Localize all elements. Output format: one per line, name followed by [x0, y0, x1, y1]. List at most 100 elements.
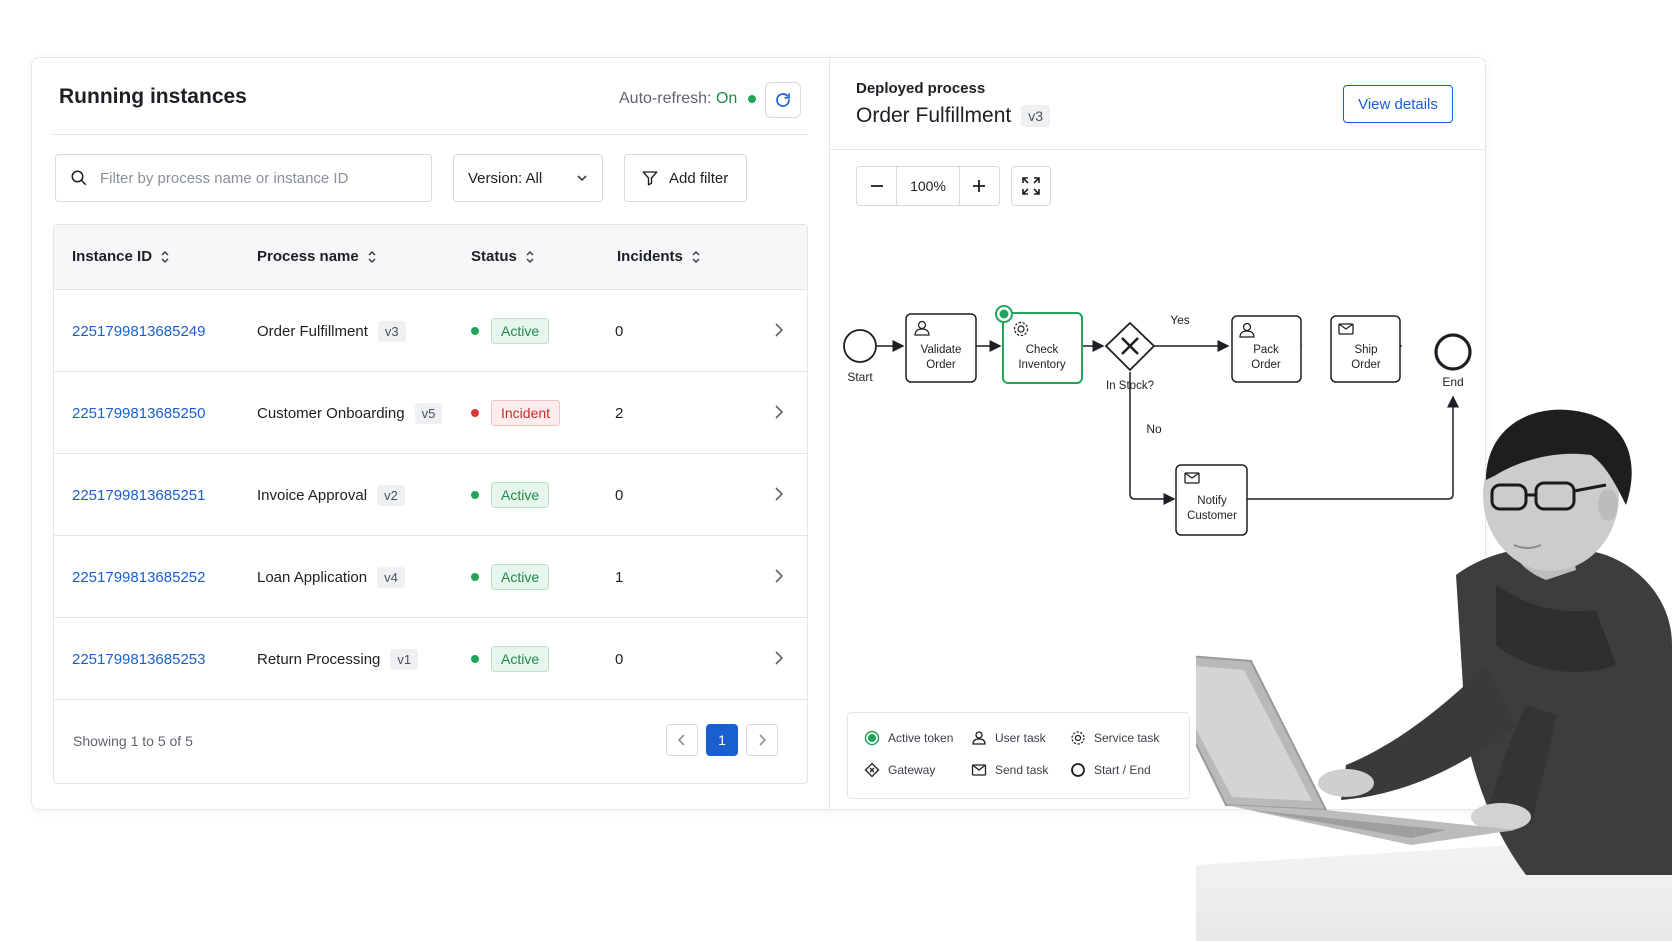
- chevron-right-icon[interactable]: [773, 567, 785, 585]
- column-label: Status: [471, 248, 517, 265]
- table-row[interactable]: 2251799813685252 Loan Application v4 Act…: [54, 536, 807, 618]
- next-page-button[interactable]: [746, 724, 778, 756]
- legend-service-task: Service task: [1070, 730, 1159, 746]
- sort-icon: [526, 250, 534, 263]
- process-name: Return Processing v1: [257, 618, 419, 700]
- auto-refresh-indicator: [747, 94, 756, 103]
- column-incidents[interactable]: Incidents: [617, 248, 701, 265]
- status-dot: [471, 409, 479, 417]
- table-row[interactable]: 2251799813685250 Customer Onboarding v5 …: [54, 372, 807, 454]
- status-badge: Incident: [491, 400, 561, 426]
- legend-user-task: User task: [971, 730, 1046, 746]
- diagram-legend: Active token User task Service task Gate…: [847, 712, 1190, 799]
- search-placeholder: Filter by process name or instance ID: [100, 169, 349, 187]
- in-stock-gateway[interactable]: [1104, 321, 1156, 372]
- table-row[interactable]: 2251799813685249 Order Fulfillment v3 Ac…: [54, 290, 807, 372]
- add-filter-button[interactable]: Add filter: [624, 154, 747, 202]
- instance-id-link[interactable]: 2251799813685253: [72, 618, 205, 700]
- gateway-label: In Stock?: [1106, 380, 1154, 392]
- instance-id-link[interactable]: 2251799813685252: [72, 536, 205, 618]
- chevron-left-icon: [677, 734, 685, 746]
- process-name: Loan Application v4: [257, 536, 405, 618]
- header-divider: [52, 134, 808, 135]
- process-name-text: Order Fulfillment: [257, 322, 368, 340]
- column-instance-id[interactable]: Instance ID: [72, 248, 170, 265]
- chevron-right-icon[interactable]: [773, 403, 785, 421]
- chevron-down-icon: [577, 175, 587, 182]
- column-label: Process name: [257, 248, 359, 265]
- panel-title: Running instances: [59, 85, 247, 108]
- version-select[interactable]: Version: All: [453, 154, 603, 202]
- task-label: Inventory: [1018, 359, 1066, 371]
- legend-label: Gateway: [888, 763, 936, 777]
- add-filter-label: Add filter: [669, 169, 729, 187]
- legend-active-token: Active token: [864, 730, 953, 746]
- prev-page-button[interactable]: [666, 724, 698, 756]
- table-row[interactable]: 2251799813685251 Invoice Approval v2 Act…: [54, 454, 807, 536]
- status-badge: Active: [491, 318, 550, 344]
- legend-label: Service task: [1094, 731, 1160, 745]
- end-event[interactable]: [1434, 333, 1472, 371]
- task-label: Ship: [1354, 344, 1377, 356]
- person-with-laptop-photo: [1196, 409, 1672, 941]
- process-name-text: Customer Onboarding: [257, 404, 405, 422]
- task-label: Check: [1026, 344, 1059, 356]
- auto-refresh-label: Auto-refresh:: [619, 90, 712, 107]
- process-name: Customer Onboarding v5: [257, 372, 443, 454]
- task-label: Pack: [1253, 344, 1279, 356]
- process-name: Order Fulfillment v3: [257, 290, 406, 372]
- instance-id-link[interactable]: 2251799813685250: [72, 372, 205, 454]
- check-inventory-task[interactable]: Check Inventory: [995, 305, 1083, 384]
- refresh-icon: [776, 93, 790, 107]
- refresh-button[interactable]: [765, 82, 801, 118]
- search-input[interactable]: Filter by process name or instance ID: [55, 154, 432, 202]
- start-event[interactable]: [843, 329, 877, 363]
- page-button[interactable]: 1: [706, 724, 738, 756]
- start-label: Start: [847, 370, 873, 384]
- gear-icon: [1071, 731, 1085, 745]
- ship-order-task[interactable]: Ship Order: [1330, 315, 1401, 383]
- circle-icon: [1071, 763, 1085, 777]
- end-label: End: [1442, 375, 1463, 389]
- version-select-value: Version: All: [468, 169, 543, 187]
- pagination-summary: Showing 1 to 5 of 5: [73, 733, 193, 749]
- legend-label: Active token: [888, 731, 954, 745]
- status-cell: Active: [471, 536, 550, 618]
- instance-id-link[interactable]: 2251799813685249: [72, 290, 205, 372]
- legend-start-end: Start / End: [1070, 762, 1151, 778]
- process-name-text: Invoice Approval: [257, 486, 368, 504]
- user-icon: [972, 731, 986, 745]
- version-tag: v1: [390, 648, 419, 670]
- process-name-text: Loan Application: [257, 568, 368, 586]
- table-row[interactable]: 2251799813685253 Return Processing v1 Ac…: [54, 618, 807, 700]
- column-process-name[interactable]: Process name: [257, 248, 377, 265]
- sort-icon: [161, 250, 169, 263]
- legend-label: User task: [995, 731, 1046, 745]
- pack-order-task[interactable]: Pack Order: [1231, 315, 1302, 383]
- validate-order-task[interactable]: Validate Order: [905, 313, 977, 383]
- no-label: No: [1146, 422, 1162, 436]
- status-dot: [471, 573, 479, 581]
- task-label: Order: [1351, 359, 1381, 371]
- diamond-icon: [864, 762, 880, 778]
- column-status[interactable]: Status: [471, 248, 535, 265]
- legend-label: Send task: [995, 763, 1049, 777]
- incidents-count: 0: [615, 322, 624, 340]
- status-badge: Active: [491, 646, 550, 672]
- chevron-right-icon[interactable]: [773, 649, 785, 667]
- status-cell: Active: [471, 618, 550, 700]
- legend-gateway: Gateway: [864, 762, 935, 778]
- table-footer: Showing 1 to 5 of 5 1: [54, 700, 807, 783]
- chevron-right-icon: [759, 734, 767, 746]
- instances-panel: Running instances Auto-refresh: On Filte…: [32, 58, 829, 809]
- chevron-right-icon[interactable]: [773, 321, 785, 339]
- task-label: Order: [1251, 359, 1281, 371]
- search-icon: [71, 170, 87, 186]
- filter-icon: [642, 171, 658, 186]
- instance-id-link[interactable]: 2251799813685251: [72, 454, 205, 536]
- chevron-right-icon[interactable]: [773, 485, 785, 503]
- sort-icon: [368, 250, 376, 263]
- yes-label: Yes: [1170, 313, 1190, 327]
- process-name-text: Return Processing: [257, 650, 381, 668]
- active-token-icon: [864, 730, 880, 746]
